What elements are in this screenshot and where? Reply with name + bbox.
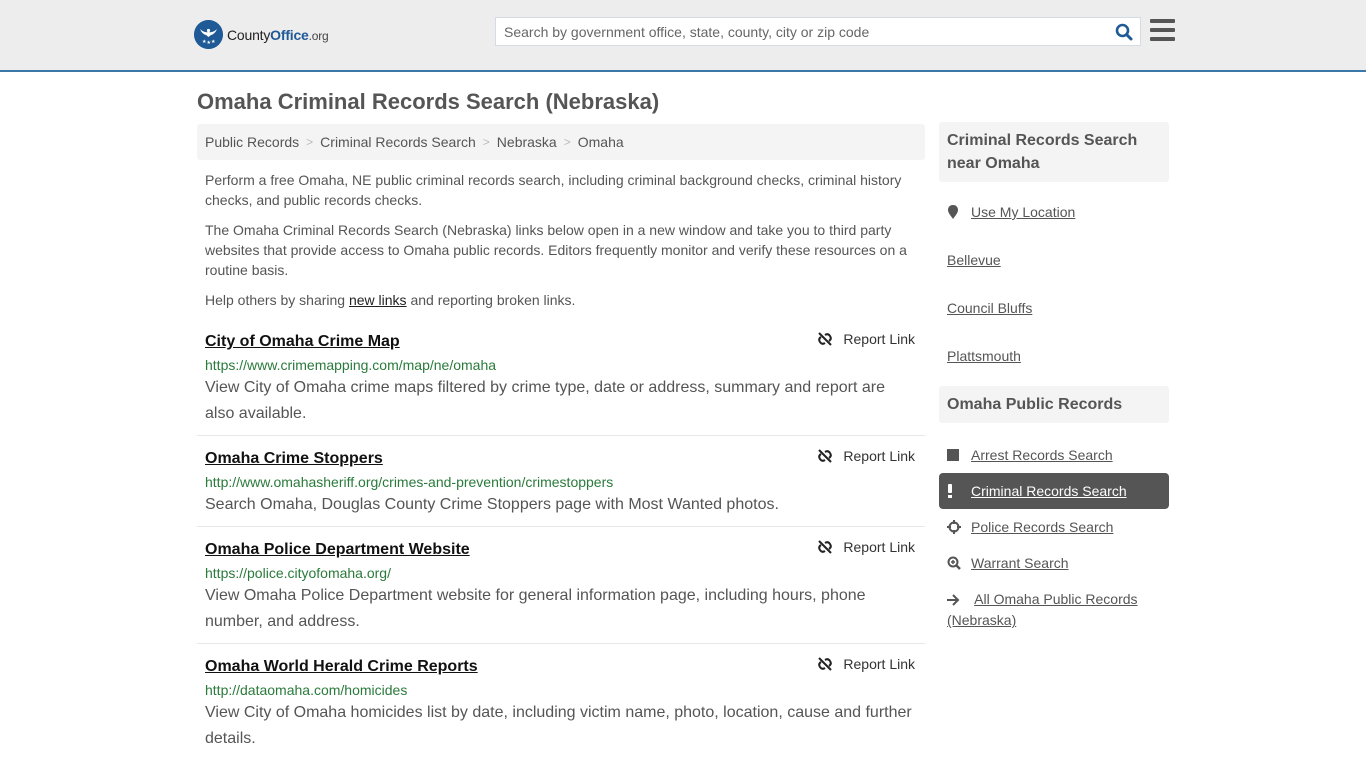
public-records-item: Arrest Records Search [939, 437, 1169, 473]
sidebar: Criminal Records Search near Omaha Use M… [939, 122, 1169, 638]
warrant-search-link[interactable]: Warrant Search [971, 553, 1069, 573]
nearby-list: Use My Location Bellevue Council Bluffs … [939, 196, 1169, 372]
public-records-heading: Omaha Public Records [939, 386, 1169, 423]
broken-link-icon [818, 657, 833, 671]
nearby-city-item: Council Bluffs [939, 292, 1169, 324]
search-button[interactable] [1108, 18, 1140, 45]
breadcrumb-omaha[interactable]: Omaha [578, 134, 624, 150]
report-link-button[interactable]: Report Link [817, 539, 915, 555]
intro-paragraph: Perform a free Omaha, NE public criminal… [205, 172, 902, 208]
hamburger-menu-button[interactable] [1150, 19, 1175, 43]
report-link-button[interactable]: Report Link [817, 331, 915, 347]
page-title: Omaha Criminal Records Search (Nebraska) [197, 89, 660, 114]
use-my-location-link[interactable]: Use My Location [971, 202, 1075, 222]
help-paragraph: Help others by sharing new links and rep… [205, 292, 576, 308]
menu-bar-icon [1150, 19, 1175, 23]
nearby-city-link-council-bluffs[interactable]: Council Bluffs [947, 298, 1032, 318]
nearby-city-link-bellevue[interactable]: Bellevue [947, 250, 1001, 270]
result-url: https://police.cityofomaha.org/ [205, 565, 391, 581]
result-description: View City of Omaha crime maps filtered b… [205, 379, 885, 422]
result-title-link[interactable]: Omaha World Herald Crime Reports [205, 656, 478, 678]
breadcrumb-nebraska[interactable]: Nebraska [497, 134, 557, 150]
site-header: ★ ★ ★ CountyOffice.org [0, 0, 1366, 72]
arrow-right-icon [947, 590, 963, 610]
police-records-search-link[interactable]: Police Records Search [971, 517, 1113, 537]
logo-text: CountyOffice.org [227, 26, 329, 43]
nearby-city-item: Bellevue [939, 244, 1169, 276]
search-bar [495, 17, 1141, 46]
result-title-link[interactable]: Omaha Crime Stoppers [205, 448, 383, 470]
intro-paragraph: The Omaha Criminal Records Search (Nebra… [205, 222, 907, 278]
public-records-item: All Omaha Public Records (Nebraska) [939, 581, 1169, 638]
public-records-item-active: Criminal Records Search [939, 473, 1169, 509]
result-url: http://www.omahasheriff.org/crimes-and-p… [205, 474, 614, 490]
public-records-list: Arrest Records Search Criminal Records S… [939, 437, 1169, 638]
use-my-location-item: Use My Location [939, 196, 1169, 228]
search-input[interactable] [496, 18, 1108, 45]
result-item: Omaha Police Department Website Report L… [197, 527, 925, 644]
all-omaha-public-records-link[interactable]: All Omaha Public Records (Nebraska) [947, 591, 1138, 628]
public-records-item: Police Records Search [939, 509, 1169, 545]
svg-text:★: ★ [211, 39, 216, 45]
crosshairs-icon [947, 517, 963, 537]
result-url: https://www.crimemapping.com/map/ne/omah… [205, 357, 497, 373]
result-item: City of Omaha Crime Map Report Link http… [197, 327, 925, 436]
result-item: Omaha World Herald Crime Reports Report … [197, 644, 925, 761]
criminal-records-search-link[interactable]: Criminal Records Search [971, 481, 1127, 501]
site-logo[interactable]: ★ ★ ★ CountyOffice.org [194, 20, 329, 49]
breadcrumb: Public Records > Criminal Records Search… [197, 124, 925, 160]
result-item: Omaha Crime Stoppers Report Link http://… [197, 436, 925, 527]
broken-link-icon [818, 449, 833, 463]
intro-text: Perform a free Omaha, NE public criminal… [205, 170, 917, 320]
breadcrumb-separator: > [306, 135, 314, 149]
result-url: http://dataomaha.com/homicides [205, 682, 408, 698]
result-description: Search Omaha, Douglas County Crime Stopp… [205, 496, 779, 513]
map-marker-icon [947, 202, 963, 222]
breadcrumb-criminal-records-search[interactable]: Criminal Records Search [320, 134, 476, 150]
report-link-button[interactable]: Report Link [817, 656, 915, 672]
search-plus-icon [947, 553, 963, 573]
breadcrumb-separator: > [563, 135, 571, 149]
nearby-heading: Criminal Records Search near Omaha [939, 122, 1169, 182]
broken-link-icon [818, 540, 833, 554]
menu-bar-icon [1150, 28, 1175, 32]
logo-eagle-icon: ★ ★ ★ [194, 20, 223, 49]
result-title-link[interactable]: Omaha Police Department Website [205, 539, 470, 561]
nearby-city-item: Plattsmouth [939, 340, 1169, 372]
result-description: View City of Omaha homicides list by dat… [205, 704, 912, 747]
breadcrumb-separator: > [482, 135, 490, 149]
report-link-button[interactable]: Report Link [817, 448, 915, 464]
nearby-city-link-plattsmouth[interactable]: Plattsmouth [947, 346, 1021, 366]
menu-bar-icon [1150, 37, 1175, 41]
square-icon [947, 445, 963, 465]
public-records-item: Warrant Search [939, 545, 1169, 581]
arrest-records-search-link[interactable]: Arrest Records Search [971, 445, 1113, 465]
search-icon [1115, 23, 1133, 40]
result-title-link[interactable]: City of Omaha Crime Map [205, 331, 400, 353]
broken-link-icon [818, 332, 833, 346]
result-description: View Omaha Police Department website for… [205, 587, 866, 630]
exclamation-icon [947, 481, 963, 501]
breadcrumb-public-records[interactable]: Public Records [205, 134, 299, 150]
new-links-link[interactable]: new links [349, 292, 407, 308]
results-list: City of Omaha Crime Map Report Link http… [197, 327, 925, 761]
